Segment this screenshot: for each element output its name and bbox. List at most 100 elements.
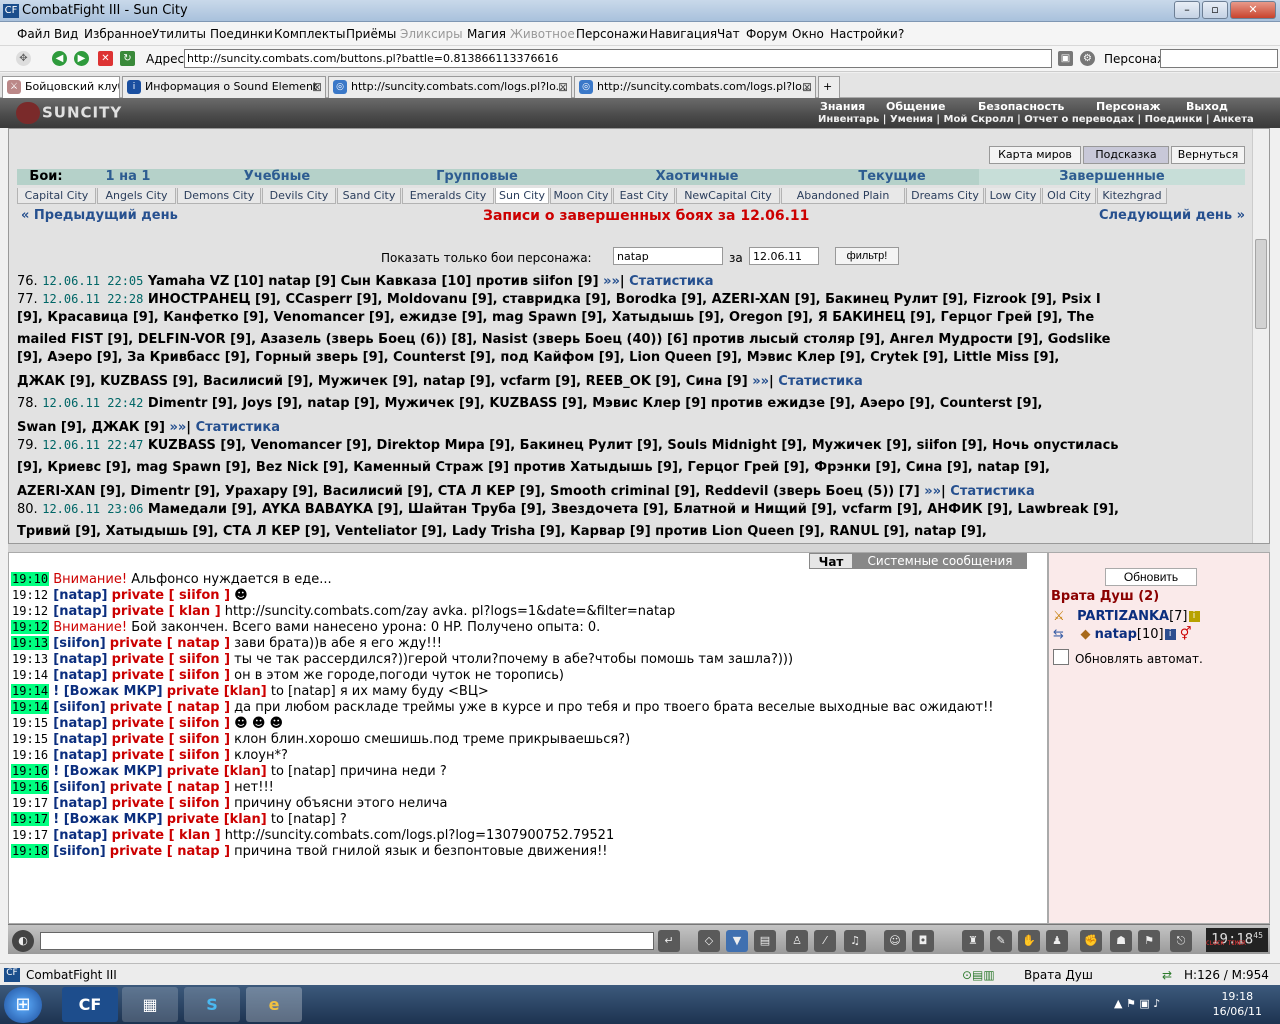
chat-nick[interactable]: [natap] xyxy=(53,652,107,667)
chat-nick[interactable]: ! [Вожак МКР] xyxy=(53,684,162,699)
filter-name-input[interactable] xyxy=(613,247,723,265)
refresh-icon[interactable]: ↻ xyxy=(120,51,135,66)
chat-nick[interactable]: ! [Вожак МКР] xyxy=(53,812,162,827)
chat-nick[interactable]: [natap] xyxy=(53,668,107,683)
skype-taskbar-button[interactable]: S xyxy=(184,987,240,1022)
city-dreams[interactable]: Dreams City xyxy=(906,188,984,204)
chat-private-tag[interactable]: private [klan] xyxy=(167,764,267,779)
menu-item[interactable]: Избранное xyxy=(84,27,152,41)
screenshot-icon[interactable]: ◘ xyxy=(912,930,934,952)
group-icon[interactable]: ♟ xyxy=(1046,930,1068,952)
chat-private-tag[interactable]: private [ siifon ] xyxy=(112,796,230,811)
city-demons[interactable]: Demons City xyxy=(177,188,261,204)
battle-participants[interactable]: KUZBASS [9], Venomancer [9], Direktop Ми… xyxy=(148,438,1119,453)
chat-time[interactable]: 19:15 xyxy=(11,732,49,746)
chat-time[interactable]: 19:10 xyxy=(11,572,50,586)
chat-nick[interactable]: ! [Вожак МКР] xyxy=(53,764,162,779)
chat-mode-icon[interactable]: ◐ xyxy=(12,930,34,952)
chat-time[interactable]: 19:18 xyxy=(11,844,50,858)
chat-private-tag[interactable]: private [ siifon ] xyxy=(112,588,230,603)
more-link[interactable]: »» xyxy=(603,274,620,289)
city-moon[interactable]: Moon City xyxy=(550,188,612,204)
chat-time[interactable]: 19:12 xyxy=(11,588,49,602)
menu-item[interactable]: Животное xyxy=(510,27,575,41)
tab-group[interactable]: Групповые xyxy=(367,169,587,185)
return-button[interactable]: Вернуться xyxy=(1171,146,1245,164)
store-taskbar-button[interactable]: ▦ xyxy=(122,987,178,1022)
team-icon[interactable]: ☗ xyxy=(1110,930,1132,952)
chat-private-tag[interactable]: private [klan] xyxy=(167,684,267,699)
chat-private-tag[interactable]: private [ siifon ] xyxy=(112,668,230,683)
tray-icons[interactable]: ▲ ⚑ ▣ ♪ xyxy=(1114,997,1160,1010)
user-name[interactable]: natap xyxy=(1095,627,1137,642)
scroll-thumb[interactable] xyxy=(1255,239,1267,329)
chat-time[interactable]: 19:17 xyxy=(11,796,49,810)
scroll-icon[interactable]: ✎ xyxy=(990,930,1012,952)
city-newcapital[interactable]: NewCapital City xyxy=(676,188,780,204)
minimize-button[interactable]: – xyxy=(1174,1,1200,19)
nav-character[interactable]: Персонаж xyxy=(1096,100,1161,113)
persona-select[interactable] xyxy=(1160,49,1278,68)
address-input[interactable] xyxy=(184,49,1052,68)
statistics-link[interactable]: Статистика xyxy=(629,274,713,289)
chat-time[interactable]: 19:12 xyxy=(11,620,50,634)
battle-participants[interactable]: Swan [9], ДЖАК [9] xyxy=(17,420,165,435)
forward-icon[interactable]: ▶ xyxy=(74,51,89,66)
battle-participants[interactable]: [9], Красавица [9], Канфетко [9], Venoma… xyxy=(17,310,1094,325)
bag-icon[interactable]: ♜ xyxy=(962,930,984,952)
tab-logs-1[interactable]: ◎ http://suncity.combats.com/logs.pl?lo..… xyxy=(328,76,572,98)
chat-time[interactable]: 19:16 xyxy=(11,780,50,794)
chat-nick[interactable]: [natap] xyxy=(53,588,107,603)
close-tab-icon[interactable]: ⊠ xyxy=(558,77,568,97)
menu-item[interactable]: Окно xyxy=(792,27,824,41)
city-abandoned-plain[interactable]: Abandoned Plain xyxy=(781,188,905,204)
menu-item[interactable]: Настройки xyxy=(830,27,898,41)
city-sun[interactable]: Sun City xyxy=(495,188,549,204)
ie-taskbar-button[interactable]: e xyxy=(246,987,302,1022)
tab-logs-2[interactable]: ◎ http://suncity.combats.com/logs.pl?lo..… xyxy=(574,76,816,98)
chat-time[interactable]: 19:13 xyxy=(11,652,49,666)
chat-time[interactable]: 19:15 xyxy=(11,716,49,730)
chat-nick[interactable]: [siifon] xyxy=(53,844,105,859)
battle-participants[interactable]: ДЖАК [9], KUZBASS [9], Василисий [9], Му… xyxy=(17,374,748,389)
tab-training[interactable]: Учебные xyxy=(187,169,367,185)
menu-item[interactable]: Комплекты xyxy=(274,27,346,41)
hint-button[interactable]: Подсказка xyxy=(1083,146,1169,164)
info-icon[interactable]: i xyxy=(1188,611,1200,622)
more-link[interactable]: »» xyxy=(924,484,941,499)
chat-private-tag[interactable]: private [ natap ] xyxy=(110,780,230,795)
city-emeralds[interactable]: Emeralds City xyxy=(402,188,494,204)
statistics-link[interactable]: Статистика xyxy=(950,484,1034,499)
filter-icon[interactable]: ▼ xyxy=(726,930,748,952)
nav-knowledge[interactable]: Знания xyxy=(820,100,865,113)
world-map-button[interactable]: Карта миров xyxy=(989,146,1081,164)
user-row[interactable]: ⇆ ◆ natap[10] i ⚥ xyxy=(1053,627,1191,642)
prev-day-link[interactable]: « Предыдущий день xyxy=(21,208,178,223)
clear-icon[interactable]: ◇ xyxy=(698,930,720,952)
info-icon[interactable]: i xyxy=(1164,629,1176,640)
hand-icon[interactable]: ✋ xyxy=(1018,930,1040,952)
chat-nick[interactable]: [siifon] xyxy=(53,780,105,795)
log-scrollbar[interactable] xyxy=(1252,129,1269,543)
save-icon[interactable]: ▤ xyxy=(754,930,776,952)
battle-participants[interactable]: mailed FIST [9], DELFIN-VOR [9], Азазель… xyxy=(17,332,1110,347)
city-devils[interactable]: Devils City xyxy=(262,188,336,204)
nav-social[interactable]: Общение xyxy=(886,100,945,113)
more-link[interactable]: »» xyxy=(169,420,186,435)
chat-nick[interactable]: [siifon] xyxy=(53,700,105,715)
auto-refresh-checkbox[interactable] xyxy=(1053,649,1069,665)
tab-chat[interactable]: Чат xyxy=(809,553,853,569)
chat-private-tag[interactable]: private [ natap ] xyxy=(110,636,230,651)
tab-system-messages[interactable]: Системные сообщения xyxy=(853,553,1027,569)
tab-sound-element[interactable]: i Информация о Sound Element ⊠ xyxy=(122,76,326,98)
person-icon[interactable]: ♙ xyxy=(786,930,808,952)
fist-icon[interactable]: ✊ xyxy=(1080,930,1102,952)
send-icon[interactable]: ↵ xyxy=(658,930,680,952)
stop-icon[interactable]: ✕ xyxy=(98,51,113,66)
tab-fight-club[interactable]: ⚔ Бойцовский клуб xyxy=(2,76,120,99)
flag-icon[interactable]: ⚑ xyxy=(1138,930,1160,952)
battle-participants[interactable]: Dimentr [9], Joys [9], natap [9], Мужиче… xyxy=(148,396,1043,411)
menu-item[interactable]: Приёмы xyxy=(346,27,396,41)
chat-private-tag[interactable]: private [ siifon ] xyxy=(112,732,230,747)
city-old[interactable]: Old City xyxy=(1042,188,1096,204)
